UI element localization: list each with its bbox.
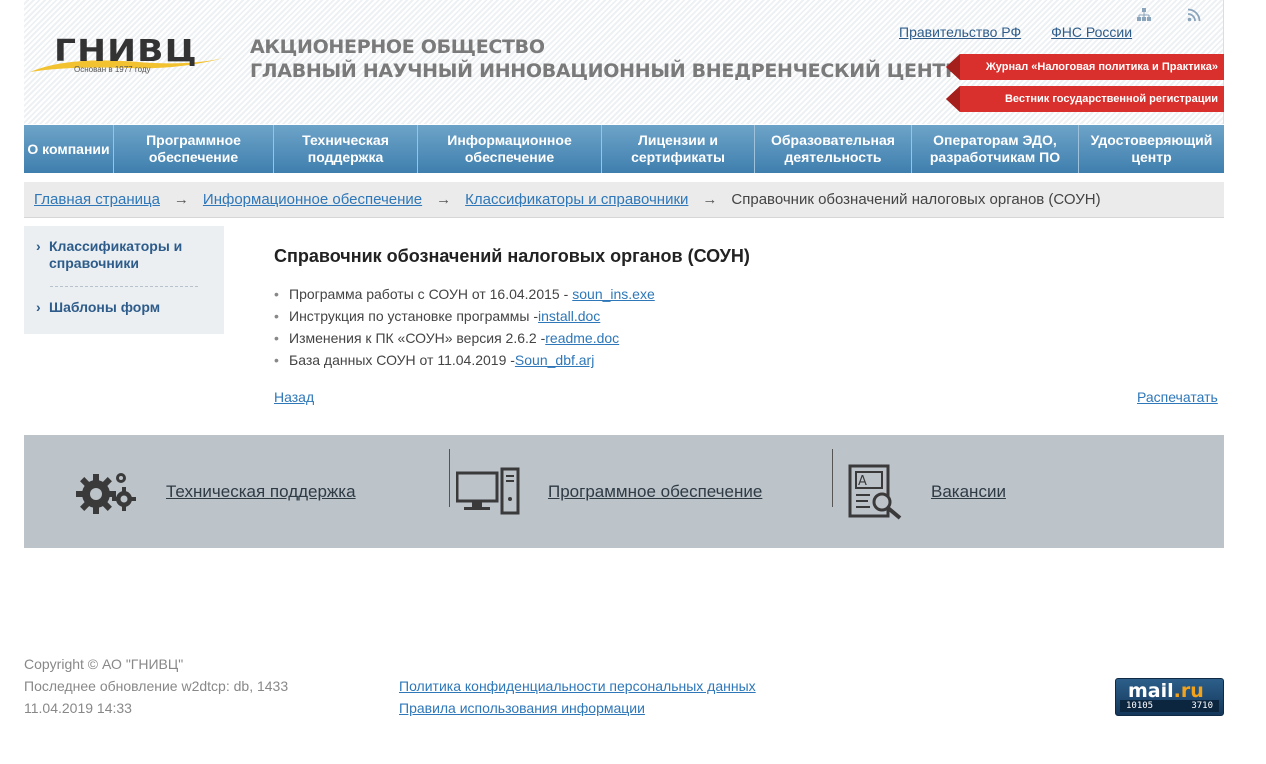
- computer-icon: [456, 467, 520, 514]
- fns-link[interactable]: ФНС России: [1051, 24, 1132, 40]
- registration-banner[interactable]: Вестник государственной регистрации: [946, 86, 1224, 112]
- footer-info: Copyright © АО "ГНИВЦ" Последнее обновле…: [24, 653, 288, 719]
- chevron-right-icon: ›: [36, 238, 41, 254]
- bottom-panel: Техническая поддержка Программное обеспе…: [24, 435, 1224, 548]
- breadcrumb-arrow: →: [702, 191, 718, 208]
- company-name-line1: АКЦИОНЕРНОЕ ОБЩЕСТВО: [250, 36, 545, 58]
- file-link[interactable]: soun_ins.exe: [572, 285, 655, 307]
- gnivc-logo[interactable]: ГНИВЦ Основан в 1977 году: [28, 34, 224, 78]
- copyright-text: Copyright © АО "ГНИВЦ": [24, 656, 184, 672]
- mailru-logo: mail.ru: [1128, 680, 1204, 702]
- nav-edo[interactable]: Операторам ЭДО, разработчикам ПО: [912, 125, 1079, 173]
- software-link[interactable]: Программное обеспечение: [548, 482, 762, 502]
- back-link[interactable]: Назад: [274, 389, 314, 405]
- software-block[interactable]: Программное обеспечение: [456, 435, 762, 548]
- nav-cert-center[interactable]: Удостоверяющий центр: [1079, 125, 1224, 173]
- svg-text:A: A: [858, 474, 867, 489]
- counter-value-1: 10105: [1126, 701, 1154, 711]
- journal-banner[interactable]: Журнал «Налоговая политика и Практика»: [946, 54, 1224, 80]
- footer-links: Политика конфиденциальности персональных…: [399, 675, 756, 719]
- usage-rules-link[interactable]: Правила использования информации: [399, 697, 756, 719]
- file-description: Инструкция по установке программы -: [289, 308, 539, 324]
- rss-icon[interactable]: [1187, 8, 1201, 22]
- mailru-counter[interactable]: mail.ru 10105 3710: [1115, 678, 1224, 716]
- sitemap-icon[interactable]: [1137, 8, 1151, 22]
- sidebar-item-classifiers[interactable]: › Классификаторы и справочники: [36, 238, 214, 272]
- file-link[interactable]: Soun_dbf.arj: [515, 351, 594, 373]
- sidebar-divider: [50, 286, 198, 287]
- tech-support-link[interactable]: Техническая поддержка: [166, 482, 356, 502]
- site-header: ГНИВЦ Основан в 1977 году АКЦИОНЕРНОЕ ОБ…: [24, 0, 1224, 124]
- journal-banner-label: Журнал «Налоговая политика и Практика»: [985, 61, 1218, 73]
- header-icons: [1137, 8, 1201, 22]
- company-name-line2: ГЛАВНЫЙ НАУЧНЫЙ ИННОВАЦИОННЫЙ ВНЕДРЕНЧЕС…: [250, 60, 959, 82]
- chevron-right-icon: ›: [36, 299, 41, 315]
- panel-divider: [449, 449, 450, 507]
- gov-rf-link[interactable]: Правительство РФ: [899, 24, 1021, 40]
- main-nav: О компании Программное обеспечение Техни…: [24, 125, 1224, 173]
- nav-education[interactable]: Образовательная деятельность: [755, 125, 912, 173]
- sidebar-item-label: Классификаторы и справочники: [49, 238, 183, 271]
- breadcrumb-arrow: →: [173, 191, 189, 208]
- list-item: • Программа работы с СОУН от 16.04.2015 …: [274, 285, 655, 307]
- file-link[interactable]: install.doc: [538, 307, 600, 329]
- file-description: База данных СОУН от 11.04.2019 -: [289, 352, 515, 368]
- privacy-policy-link[interactable]: Политика конфиденциальности персональных…: [399, 675, 756, 697]
- breadcrumb-arrow: →: [436, 191, 452, 208]
- update-text: Последнее обновление w2dtcp: db, 1433: [24, 678, 289, 694]
- logo-text: ГНИВЦ: [54, 34, 198, 69]
- vacancies-block[interactable]: A Вакансии: [848, 435, 1006, 548]
- print-link[interactable]: Распечатать: [1137, 389, 1218, 405]
- breadcrumb-current: Справочник обозначений налоговых органов…: [731, 191, 1101, 208]
- file-list: • Программа работы с СОУН от 16.04.2015 …: [274, 285, 655, 373]
- list-item: • База данных СОУН от 11.04.2019 - Soun_…: [274, 351, 655, 373]
- gears-icon: [76, 472, 136, 514]
- top-links: Правительство РФ ФНС России: [899, 24, 1132, 40]
- file-link[interactable]: readme.doc: [545, 329, 619, 351]
- nav-software[interactable]: Программное обеспечение: [114, 125, 274, 173]
- breadcrumb-info-support[interactable]: Информационное обеспечение: [203, 191, 422, 208]
- page-title: Справочник обозначений налоговых органов…: [274, 246, 750, 266]
- sidebar: › Классификаторы и справочники › Шаблоны…: [24, 226, 224, 334]
- document-search-icon: A: [848, 464, 902, 520]
- breadcrumb-classifiers[interactable]: Классификаторы и справочники: [465, 191, 688, 208]
- file-description: Изменения к ПК «СОУН» версия 2.6.2 -: [289, 330, 546, 346]
- nav-tech-support[interactable]: Техническая поддержка: [274, 125, 418, 173]
- file-description: Программа работы с СОУН от 16.04.2015 -: [289, 286, 569, 302]
- counter-values: 10105 3710: [1120, 700, 1219, 712]
- list-item: • Изменения к ПК «СОУН» версия 2.6.2 - r…: [274, 329, 655, 351]
- breadcrumb: Главная страница → Информационное обеспе…: [24, 182, 1224, 218]
- nav-info-support[interactable]: Информационное обеспечение: [418, 125, 602, 173]
- nav-about[interactable]: О компании: [24, 125, 114, 173]
- nav-licenses[interactable]: Лицензии и сертификаты: [602, 125, 755, 173]
- sidebar-item-form-templates[interactable]: › Шаблоны форм: [36, 299, 214, 316]
- counter-value-2: 3710: [1191, 701, 1213, 711]
- vacancies-link[interactable]: Вакансии: [931, 482, 1006, 502]
- registration-banner-label: Вестник государственной регистрации: [1004, 93, 1218, 105]
- logo-subtitle: Основан в 1977 году: [74, 65, 151, 74]
- breadcrumb-home[interactable]: Главная страница: [34, 191, 160, 208]
- update-date: 11.04.2019 14:33: [24, 700, 132, 716]
- sidebar-item-label: Шаблоны форм: [49, 299, 161, 315]
- list-item: • Инструкция по установке программы - in…: [274, 307, 655, 329]
- tech-support-block[interactable]: Техническая поддержка: [74, 435, 356, 548]
- panel-divider: [832, 449, 833, 507]
